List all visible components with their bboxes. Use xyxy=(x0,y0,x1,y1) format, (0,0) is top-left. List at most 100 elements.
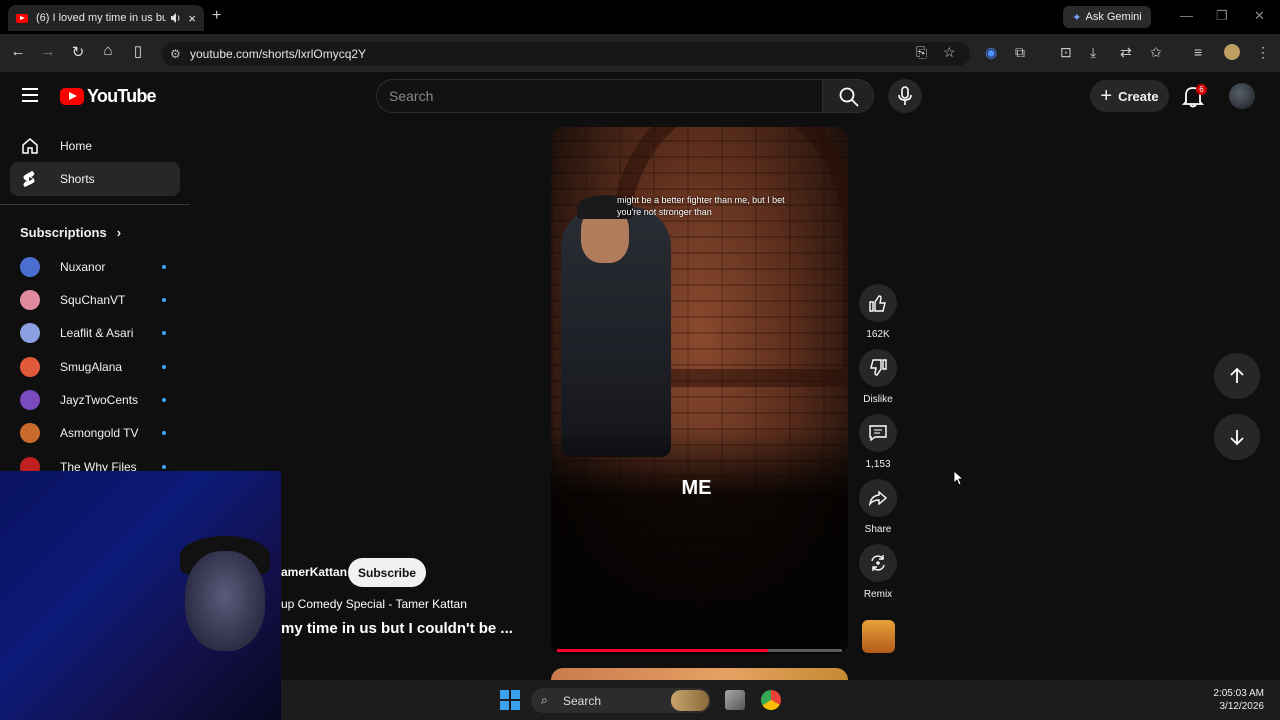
minimize-icon[interactable]: — xyxy=(1180,8,1193,23)
browser-tab-bar: (6) I loved my time in us bu × + ✦ Ask G… xyxy=(0,0,1280,34)
sidebar-item-home[interactable]: Home xyxy=(10,129,180,163)
youtube-favicon-icon xyxy=(16,13,28,23)
extension-wave-icon[interactable]: ◉ xyxy=(985,44,997,61)
audience-silhouettes xyxy=(551,427,848,654)
channel-avatar xyxy=(20,423,40,443)
create-button[interactable]: + Create xyxy=(1090,80,1169,112)
microphone-icon xyxy=(898,86,912,105)
webcam-overlay xyxy=(0,471,281,720)
sidebar-item-label: Home xyxy=(60,139,93,153)
subscription-item[interactable]: Asmongold TV xyxy=(20,422,180,444)
address-bar[interactable]: ⚙ youtube.com/shorts/lxrlOmycq2Y xyxy=(162,42,970,66)
tab-title: (6) I loved my time in us bu xyxy=(36,12,167,24)
search-button[interactable] xyxy=(822,79,874,113)
mouse-cursor-icon xyxy=(953,470,965,486)
chrome-taskbar-icon[interactable] xyxy=(761,690,781,710)
subscription-item[interactable]: SquChanVT xyxy=(20,289,180,311)
ask-gemini-label: Ask Gemini xyxy=(1085,11,1142,23)
back-icon[interactable]: ← xyxy=(8,43,28,60)
subscription-name: Asmongold TV xyxy=(60,426,139,440)
search-icon: ⌕ xyxy=(541,693,548,707)
sidebar-item-label: Shorts xyxy=(60,172,95,186)
lens-icon[interactable]: ⊡ xyxy=(1060,44,1072,61)
sidebar-item-shorts[interactable]: Shorts xyxy=(10,162,180,196)
speaker-icon[interactable] xyxy=(170,12,182,24)
youtube-play-icon xyxy=(60,88,84,105)
sound-title[interactable]: up Comedy Special - Tamer Kattan xyxy=(281,597,467,611)
taskbar-search[interactable]: ⌕ Search xyxy=(531,688,711,713)
profile-avatar-icon[interactable] xyxy=(1224,44,1240,60)
tab-close-icon[interactable]: × xyxy=(188,11,196,26)
next-short-preview[interactable] xyxy=(551,668,848,680)
task-view-icon[interactable] xyxy=(725,690,745,710)
download-icon[interactable]: ⤓ xyxy=(1090,44,1096,61)
new-tab-button[interactable]: + xyxy=(212,7,221,25)
youtube-logo[interactable]: YouTube xyxy=(60,86,157,107)
side-panel-icon[interactable]: ▯ xyxy=(128,42,148,60)
channel-avatar xyxy=(20,290,40,310)
media-control-icon[interactable]: ≡ xyxy=(1194,44,1202,60)
browser-tab[interactable]: (6) I loved my time in us bu × xyxy=(8,5,204,31)
system-clock[interactable]: 2:05:03 AM 3/12/2026 xyxy=(1196,687,1264,713)
subscriptions-heading[interactable]: Subscriptions › xyxy=(20,225,121,240)
url-text: youtube.com/shorts/lxrlOmycq2Y xyxy=(190,47,367,61)
favorites-icon[interactable]: ✩ xyxy=(1150,44,1162,61)
like-count: 162K xyxy=(866,329,890,340)
remix-button[interactable]: Remix xyxy=(858,544,898,600)
new-content-dot xyxy=(162,465,166,469)
gemini-sparkle-icon: ✦ xyxy=(1072,11,1082,24)
comments-count: 1,153 xyxy=(865,459,891,470)
subscription-item[interactable]: Leaflit & Asari xyxy=(20,322,180,344)
taskbar-search-label: Search xyxy=(563,693,602,708)
subscription-name: Nuxanor xyxy=(60,260,106,274)
dislike-button[interactable]: Dislike xyxy=(858,349,898,405)
voice-search-button[interactable] xyxy=(888,79,922,113)
reload-icon[interactable]: ↻ xyxy=(68,43,88,61)
next-short-button[interactable] xyxy=(1214,414,1260,460)
logo-text: YouTube xyxy=(87,86,157,106)
clock-date: 3/12/2026 xyxy=(1219,701,1265,712)
translate-icon[interactable]: ⇄ xyxy=(1120,44,1132,61)
arrow-up-icon xyxy=(1230,367,1244,383)
subscription-name: Leaflit & Asari xyxy=(60,326,134,340)
search-input[interactable]: Search xyxy=(376,79,823,113)
bookmark-star-icon[interactable]: ☆ xyxy=(943,44,956,61)
forward-icon[interactable]: → xyxy=(38,43,58,60)
video-title[interactable]: my time in us but I couldn't be ... xyxy=(281,620,513,637)
ask-gemini-button[interactable]: ✦ Ask Gemini xyxy=(1063,6,1151,28)
like-button[interactable]: 162K xyxy=(858,284,898,340)
notification-badge: 6 xyxy=(1196,84,1207,95)
home-icon xyxy=(22,138,38,154)
subscriptions-label: Subscriptions xyxy=(20,225,107,240)
share-button[interactable]: Share xyxy=(858,479,898,535)
subscription-item[interactable]: Nuxanor xyxy=(20,256,180,278)
subscription-item[interactable]: SmugAlana xyxy=(20,356,180,378)
video-progress-fill xyxy=(557,649,768,652)
subscription-item[interactable]: JayzTwoCents xyxy=(20,389,180,411)
video-overlay-text: ME xyxy=(681,477,712,499)
install-app-icon[interactable]: ⎘ xyxy=(916,44,927,61)
guide-menu-icon[interactable] xyxy=(22,88,38,102)
restore-icon[interactable]: ❐ xyxy=(1216,8,1228,24)
windows-start-icon[interactable] xyxy=(500,690,520,710)
video-progress-bar[interactable] xyxy=(557,649,842,652)
chrome-menu-icon[interactable]: ⋮ xyxy=(1256,44,1270,61)
remix-label: Remix xyxy=(863,589,893,600)
new-content-dot xyxy=(162,431,166,435)
extensions-puzzle-icon[interactable]: ⧉ xyxy=(1015,44,1025,61)
account-avatar[interactable] xyxy=(1229,83,1255,109)
home-icon[interactable]: ⌂ xyxy=(98,42,118,59)
new-content-dot xyxy=(162,398,166,402)
shorts-video-player[interactable]: might be a better fighter than me, but I… xyxy=(551,127,848,654)
sound-thumbnail[interactable] xyxy=(862,620,895,653)
subscription-name: SmugAlana xyxy=(60,360,123,374)
channel-name[interactable]: amerKattan xyxy=(281,565,347,579)
comments-button[interactable]: 1,153 xyxy=(858,414,898,470)
comment-icon xyxy=(869,425,887,442)
shorts-icon xyxy=(23,171,35,187)
share-arrow-icon xyxy=(868,490,888,507)
subscribe-button[interactable]: Subscribe xyxy=(348,558,426,587)
previous-short-button[interactable] xyxy=(1214,353,1260,399)
site-info-icon[interactable]: ⚙ xyxy=(170,47,181,61)
close-window-icon[interactable]: ✕ xyxy=(1254,8,1265,24)
